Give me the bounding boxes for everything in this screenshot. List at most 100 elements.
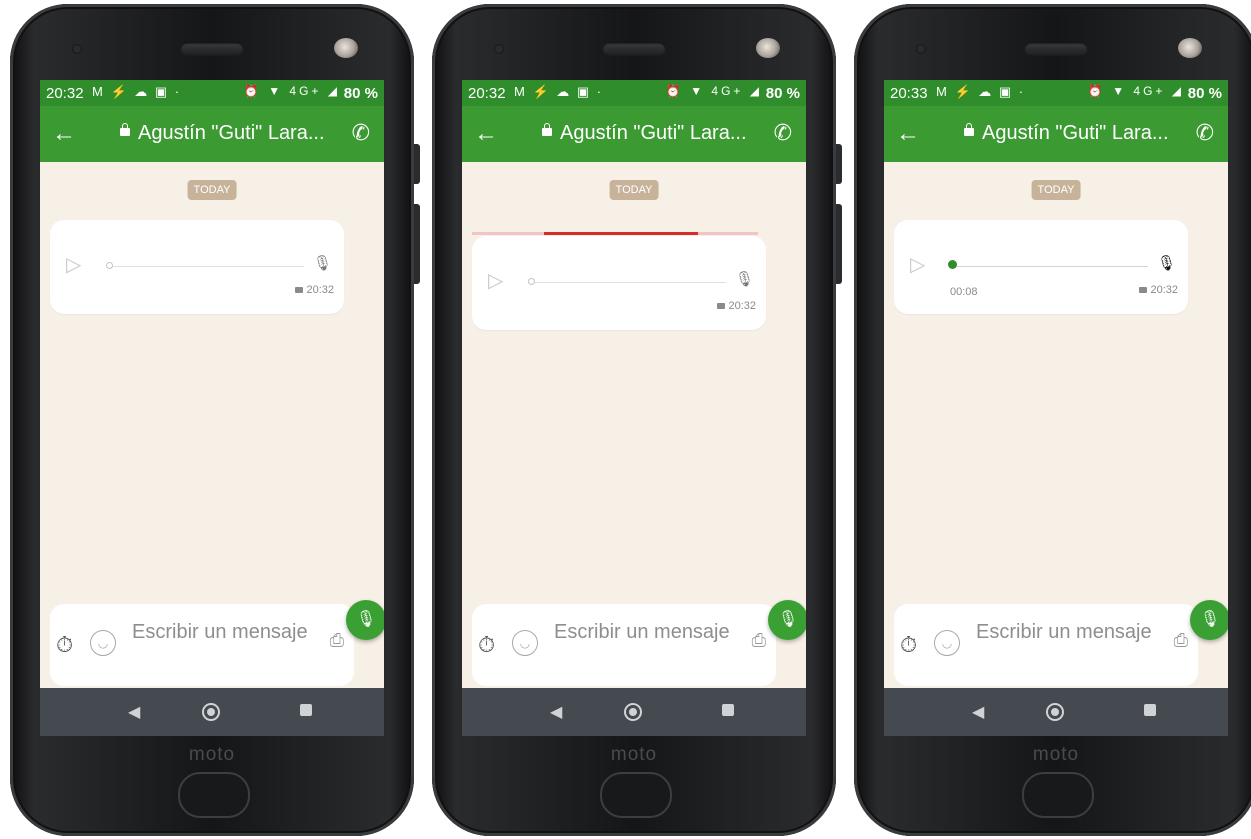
date-badge: TODAY [609, 180, 659, 200]
flash-sensor [756, 38, 780, 58]
chat-screen: 20:32 M ⚡ ☁ ▣ · ⏰ ▼ 4G+ ◢ 80 % ← Agustín… [462, 80, 806, 736]
chat-header: ← Agustín "Guti" Lara... ✆ [40, 106, 384, 162]
phone-call-icon[interactable]: ✆ [1196, 120, 1214, 146]
volume-button [836, 204, 842, 284]
notification-icons: M ⚡ ☁ ▣ · [92, 84, 182, 99]
message-timestamp: 20:32 [295, 284, 334, 296]
timestamp-text: 20:32 [1150, 284, 1178, 296]
nav-home-icon[interactable] [1046, 703, 1064, 721]
nav-back-icon[interactable]: ◀ [972, 702, 984, 722]
system-nav-bar: ◀ [40, 688, 384, 736]
smiley-icon[interactable]: ◡ [512, 630, 538, 656]
nav-recents-icon[interactable] [1144, 704, 1156, 716]
status-time: 20:32 [468, 85, 506, 102]
record-voice-button[interactable]: 🎙 [768, 600, 806, 640]
status-bar: 20:32 M ⚡ ☁ ▣ · ⏰ ▼ 4G+ ◢ 80 % [462, 80, 806, 106]
nav-recents-icon[interactable] [722, 704, 734, 716]
contact-name[interactable]: Agustín "Guti" Lara... [982, 122, 1169, 145]
fingerprint-sensor[interactable] [1022, 772, 1094, 818]
voice-message-bubble[interactable]: ▷ 🎙 20:32 [50, 220, 344, 314]
message-timestamp: 20:32 [1139, 284, 1178, 296]
fingerprint-sensor[interactable] [600, 772, 672, 818]
paperclip-icon[interactable]: ⎙ [1174, 630, 1188, 651]
battery-level: 80 % [1187, 85, 1222, 102]
nav-home-icon[interactable] [624, 703, 642, 721]
status-time: 20:33 [890, 85, 928, 102]
chat-header: ← Agustín "Guti" Lara... ✆ [462, 106, 806, 162]
voice-message-bubble[interactable]: ▷ 🎙 20:32 [472, 236, 766, 330]
fingerprint-sensor[interactable] [178, 772, 250, 818]
system-status-icons: ⏰ ▼ 4G+ ◢ [243, 84, 340, 98]
playback-track[interactable] [108, 266, 304, 267]
volume-button [414, 204, 420, 284]
paperclip-icon[interactable]: ⎙ [330, 630, 344, 651]
lock-icon [295, 287, 304, 293]
mic-icon: 🎙 [734, 271, 754, 288]
mic-icon: 🎙 [355, 611, 377, 628]
message-input[interactable]: Escribir un mensaje [976, 618, 1166, 646]
lock-icon [964, 123, 974, 136]
timestamp-text: 20:32 [306, 284, 334, 296]
battery-level: 80 % [343, 85, 378, 102]
status-time: 20:32 [46, 85, 84, 102]
message-composer: ⏱ ◡ Escribir un mensaje ⎙ [472, 604, 776, 686]
timer-icon[interactable]: ⏱ [900, 632, 917, 658]
play-icon[interactable]: ▷ [910, 252, 925, 277]
smiley-icon[interactable]: ◡ [90, 630, 116, 656]
contact-name[interactable]: Agustín "Guti" Lara... [138, 122, 325, 145]
playback-knob[interactable] [106, 262, 113, 269]
timer-icon[interactable]: ⏱ [56, 632, 73, 658]
status-bar: 20:32 M ⚡ ☁ ▣ · ⏰ ▼ 4G+ ◢ 80 % [40, 80, 384, 106]
record-voice-button[interactable]: 🎙 [346, 600, 384, 640]
playback-knob[interactable] [528, 278, 535, 285]
earpiece-speaker [1024, 42, 1088, 56]
front-camera [494, 44, 504, 54]
front-camera [72, 44, 82, 54]
message-composer: ⏱ ◡ Escribir un mensaje ⎙ [894, 604, 1198, 686]
playback-track[interactable] [952, 266, 1148, 267]
timer-icon[interactable]: ⏱ [478, 632, 495, 658]
nav-back-icon[interactable]: ◀ [550, 702, 562, 722]
earpiece-speaker [602, 42, 666, 56]
front-camera [916, 44, 926, 54]
voice-message-bubble[interactable]: ▷ 🎙 00:08 20:32 [894, 220, 1188, 314]
mic-icon: 🎙 [1199, 611, 1221, 628]
nav-back-icon[interactable]: ◀ [128, 702, 140, 722]
phone-call-icon[interactable]: ✆ [352, 120, 370, 146]
lock-icon [542, 123, 552, 136]
status-bar: 20:33 M ⚡ ☁ ▣ · ⏰ ▼ 4G+ ◢ 80 % [884, 80, 1228, 106]
brand-logo: moto [1032, 744, 1080, 765]
notification-icons: M ⚡ ☁ ▣ · [514, 84, 604, 99]
smiley-icon[interactable]: ◡ [934, 630, 960, 656]
paperclip-icon[interactable]: ⎙ [752, 630, 766, 651]
play-icon[interactable]: ▷ [66, 252, 81, 277]
lock-icon [120, 123, 130, 136]
system-status-icons: ⏰ ▼ 4G+ ◢ [1087, 84, 1184, 98]
notification-icons: M ⚡ ☁ ▣ · [936, 84, 1026, 99]
system-nav-bar: ◀ [462, 688, 806, 736]
message-input[interactable]: Escribir un mensaje [554, 618, 744, 646]
phone-call-icon[interactable]: ✆ [774, 120, 792, 146]
back-arrow-icon[interactable]: ← [474, 120, 498, 148]
message-input[interactable]: Escribir un mensaje [132, 618, 322, 646]
brand-logo: moto [188, 744, 236, 765]
nav-recents-icon[interactable] [300, 704, 312, 716]
phone-2: 20:32 M ⚡ ☁ ▣ · ⏰ ▼ 4G+ ◢ 80 % ← Agustín… [432, 4, 842, 836]
playback-track[interactable] [530, 282, 726, 283]
message-composer: ⏱ ◡ Escribir un mensaje ⎙ [50, 604, 354, 686]
play-icon[interactable]: ▷ [488, 268, 503, 293]
chat-header: ← Agustín "Guti" Lara... ✆ [884, 106, 1228, 162]
earpiece-speaker [180, 42, 244, 56]
mic-icon: 🎙 [777, 611, 799, 628]
back-arrow-icon[interactable]: ← [52, 120, 76, 148]
contact-name[interactable]: Agustín "Guti" Lara... [560, 122, 747, 145]
playback-knob[interactable] [948, 260, 957, 269]
date-badge: TODAY [1031, 180, 1081, 200]
lock-icon [717, 303, 726, 309]
nav-home-icon[interactable] [202, 703, 220, 721]
power-button [414, 144, 420, 184]
record-voice-button[interactable]: 🎙 [1190, 600, 1228, 640]
loading-progress-bar [472, 232, 758, 235]
back-arrow-icon[interactable]: ← [896, 120, 920, 148]
chat-screen: 20:33 M ⚡ ☁ ▣ · ⏰ ▼ 4G+ ◢ 80 % ← Agustín… [884, 80, 1228, 736]
